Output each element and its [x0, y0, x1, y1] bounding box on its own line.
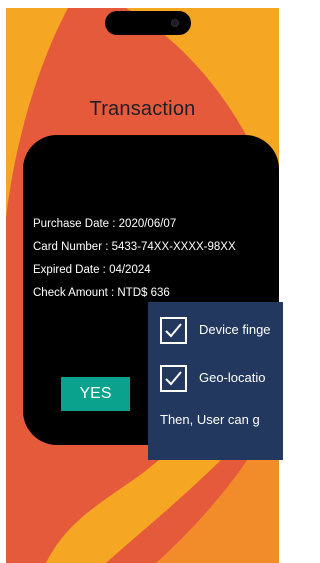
verification-footer-text: Then, User can g	[160, 412, 260, 427]
checkbox-checked-icon[interactable]	[160, 317, 187, 344]
phone-notch	[105, 11, 191, 35]
yes-button[interactable]: YES	[61, 377, 130, 411]
card-number: Card Number : 5433-74XX-XXXX-98XX	[33, 241, 236, 253]
transaction-details: Purchase Date : 2020/06/07 Card Number :…	[33, 213, 236, 305]
geo-location-option: Geo-locatio	[199, 370, 266, 385]
device-fingerprint-option: Device finge	[199, 322, 271, 337]
purchase-date: Purchase Date : 2020/06/07	[33, 218, 177, 230]
page-title: Transaction	[89, 98, 196, 120]
camera-icon	[171, 19, 179, 27]
expired-date: Expired Date : 04/2024	[33, 264, 151, 276]
phone-screen: Transaction Purchase Date : 2020/06/07 C…	[6, 8, 279, 563]
checkbox-checked-icon[interactable]	[160, 365, 187, 392]
verification-popup: Device finge Geo-locatio Then, User can …	[148, 302, 283, 460]
